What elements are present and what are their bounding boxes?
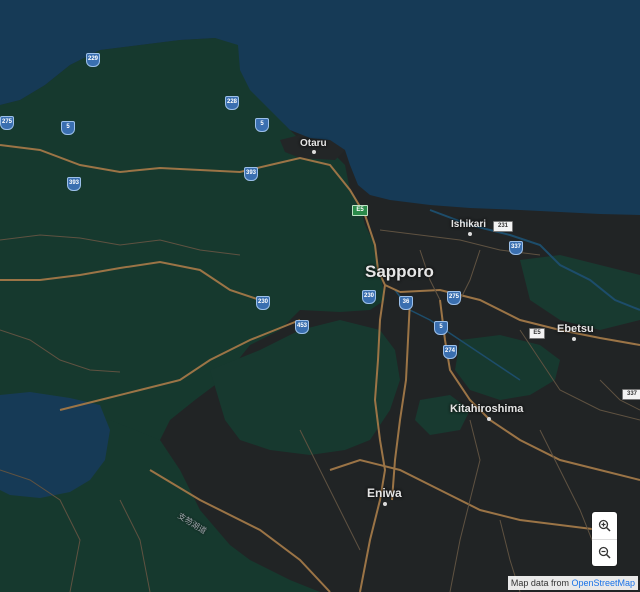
map-attribution: Map data from OpenStreetMap [507, 576, 638, 590]
place-label-eniwa: Eniwa [367, 486, 402, 500]
pref-road-shield: 231 [493, 221, 513, 232]
place-label-ishikari: Ishikari [451, 219, 487, 230]
route-shield: 229 [86, 53, 100, 67]
map-base [0, 0, 640, 592]
route-shield: 275 [0, 116, 14, 130]
place-dot-otaru [312, 150, 316, 154]
zoom-in-button[interactable] [592, 512, 617, 540]
attribution-prefix: Map data from [510, 578, 572, 588]
place-label-kitahiroshima: Kitahiroshima [450, 403, 524, 415]
place-dot-eniwa [383, 502, 387, 506]
route-shield: 275 [447, 291, 461, 305]
route-shield: 36 [399, 296, 413, 310]
expressway-shield: E5 [352, 205, 368, 216]
route-shield: 274 [443, 345, 457, 359]
zoom-out-icon [598, 546, 611, 559]
map-view[interactable]: Sapporo Otaru Ishikari Ebetsu Kitahirosh… [0, 0, 640, 592]
pref-road-shield: 337 [622, 389, 640, 400]
expressway-shield: E5 [529, 328, 545, 339]
route-shield: 5 [61, 121, 75, 135]
zoom-in-icon [598, 519, 611, 532]
route-shield: 453 [295, 320, 309, 334]
place-dot-ishikari [468, 232, 472, 236]
place-dot-kitahiroshima [487, 417, 491, 421]
route-shield: 393 [67, 177, 81, 191]
route-shield: 393 [244, 167, 258, 181]
place-label-otaru: Otaru [300, 138, 327, 149]
route-shield: 230 [362, 290, 376, 304]
place-label-ebetsu: Ebetsu [557, 323, 594, 335]
attribution-osm-link[interactable]: OpenStreetMap [571, 578, 635, 588]
place-label-sapporo: Sapporo [365, 262, 434, 281]
route-shield: 230 [256, 296, 270, 310]
route-shield: 5 [434, 321, 448, 335]
zoom-out-button[interactable] [592, 539, 617, 566]
route-shield: 337 [509, 241, 523, 255]
route-shield: 228 [225, 96, 239, 110]
route-shield: 5 [255, 118, 269, 132]
zoom-controls [592, 512, 617, 566]
place-dot-ebetsu [572, 337, 576, 341]
